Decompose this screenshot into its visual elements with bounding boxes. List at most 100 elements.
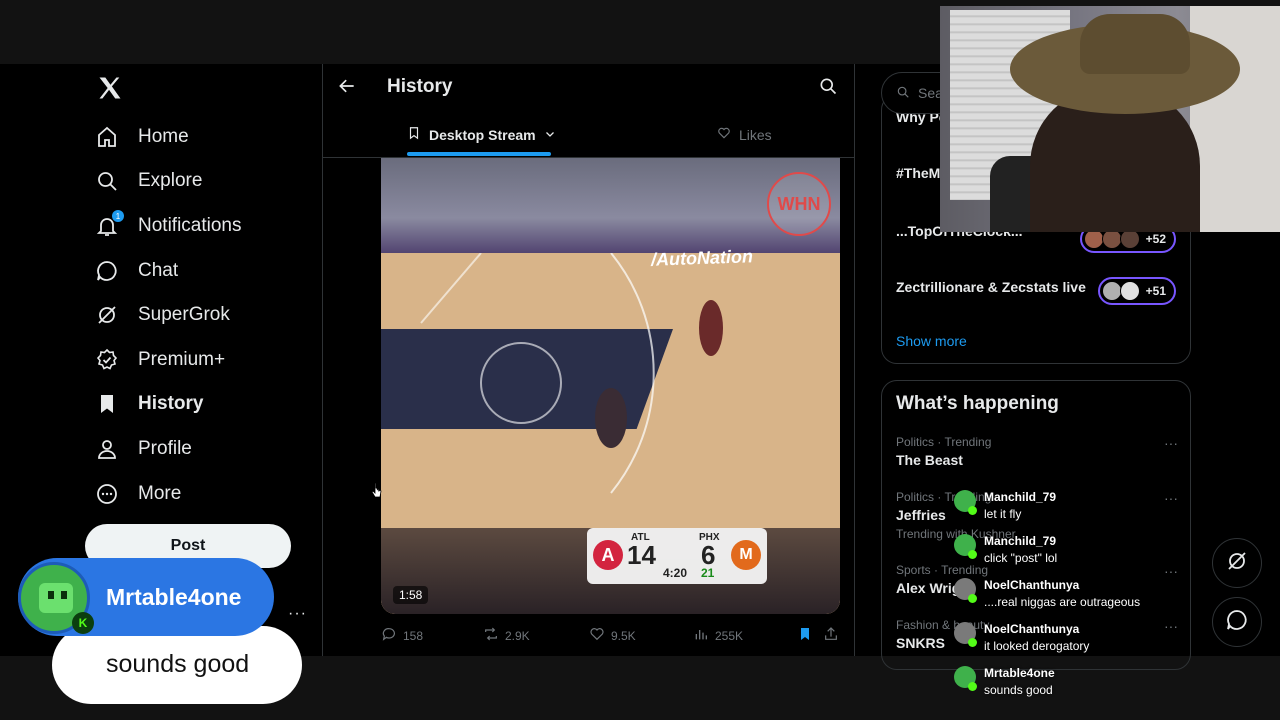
views-count: 255K — [715, 628, 744, 643]
active-tab-indicator — [407, 152, 551, 156]
alert-message-text: sounds good — [106, 650, 250, 678]
nav-history-label: History — [138, 393, 204, 414]
nav-supergrok[interactable]: SuperGrok — [94, 295, 230, 335]
repost-count: 2.9K — [505, 628, 530, 643]
nav-explore[interactable]: Explore — [94, 161, 202, 201]
chat-text: ....real niggas are outrageous — [984, 595, 1141, 609]
chat-message: NoelChanthunya it looked derogatory — [944, 616, 1204, 656]
score-bug: A ATL 14 PHX 6 4:20 21 M — [587, 528, 767, 584]
shot-clock: 21 — [701, 566, 715, 580]
bookmark-icon — [94, 391, 120, 417]
avatar-eye — [61, 591, 67, 599]
nav-chat-label: Chat — [138, 260, 179, 281]
kick-badge-icon — [968, 682, 977, 691]
chat-message: Manchild_79 click "post" lol — [944, 528, 1204, 568]
bookmark-filled-icon — [797, 626, 813, 645]
avatar — [1119, 229, 1140, 249]
home-team-logo: M — [731, 540, 761, 570]
nav-notifications[interactable]: 1 Notifications — [94, 206, 242, 246]
grok-icon — [94, 302, 120, 328]
chat-username: Manchild_79 — [984, 490, 1057, 504]
messages-float-button[interactable] — [1212, 597, 1262, 647]
listener-count: +51 — [1145, 284, 1166, 298]
x-logo-icon[interactable] — [96, 74, 124, 102]
chat-text: it looked derogatory — [984, 639, 1090, 653]
nav-more[interactable]: More — [94, 474, 181, 514]
grok-float-button[interactable] — [1212, 538, 1262, 588]
nav-supergrok-label: SuperGrok — [138, 304, 230, 325]
video-duration: 1:58 — [393, 586, 429, 604]
show-more-link[interactable]: Show more — [896, 333, 967, 349]
account-menu-dots[interactable]: ··· — [288, 605, 307, 623]
bell-icon: 1 — [94, 210, 124, 239]
views-button[interactable]: 255K — [693, 626, 743, 645]
share-button[interactable] — [823, 626, 839, 645]
trend-item[interactable]: Politics · Trending The Beast ··· — [896, 435, 1186, 468]
nav-notifications-label: Notifications — [138, 215, 242, 236]
reply-count: 158 — [403, 628, 424, 643]
bookmark-outline-icon — [407, 126, 421, 143]
nav-profile[interactable]: Profile — [94, 429, 192, 469]
chat-username: NoelChanthunya — [984, 578, 1080, 592]
search-icon[interactable] — [818, 76, 838, 96]
avatar — [1119, 281, 1140, 301]
heart-icon — [717, 126, 731, 143]
nav-explore-label: Explore — [138, 170, 203, 191]
reply-icon — [381, 626, 397, 645]
chat-message: Mrtable4one sounds good — [944, 660, 1204, 700]
channel-watermark: WHN — [767, 172, 831, 236]
bookmark-button[interactable] — [797, 626, 813, 645]
heart-icon — [589, 626, 605, 645]
chat-username: Manchild_79 — [984, 534, 1057, 548]
verified-icon — [94, 347, 120, 373]
like-button[interactable]: 9.5K — [589, 626, 636, 645]
avatar-face — [39, 583, 73, 613]
like-count: 9.5K — [611, 628, 636, 643]
listener-avatars[interactable]: +51 — [1097, 277, 1176, 305]
avatar — [1083, 229, 1104, 249]
tab-likes[interactable]: Likes — [717, 126, 772, 143]
chat-text: click "post" lol — [984, 551, 1058, 565]
home-icon — [94, 124, 120, 150]
chat-text: sounds good — [984, 683, 1053, 697]
nav-profile-label: Profile — [138, 438, 192, 459]
nav-premium[interactable]: Premium+ — [94, 340, 225, 380]
webcam-overlay — [940, 6, 1280, 232]
chat-bubble-icon — [94, 258, 120, 284]
kick-badge-icon — [968, 594, 977, 603]
nav-chat[interactable]: Chat — [94, 251, 178, 291]
chat-message: Manchild_79 let it fly — [944, 484, 1204, 524]
chat-username: Mrtable4one — [984, 666, 1055, 680]
away-team-logo: A — [593, 540, 623, 570]
kick-badge-icon — [968, 638, 977, 647]
nav-home[interactable]: Home — [94, 117, 189, 157]
chat-text: let it fly — [984, 507, 1022, 521]
nav-history[interactable]: History — [94, 384, 203, 424]
main-column: History Desktop Stream Likes /AutoNation… — [322, 64, 855, 656]
person-icon — [94, 436, 120, 462]
game-clock: 4:20 — [663, 566, 688, 580]
stream-chat: Manchild_79 let it fly Manchild_79 click… — [944, 480, 1204, 700]
tab-likes-label: Likes — [739, 126, 772, 143]
chat-bubble-icon — [1225, 608, 1249, 637]
whats-happening-title: What’s happening — [896, 393, 1059, 414]
tab-desktop-stream[interactable]: Desktop Stream — [407, 126, 556, 143]
away-score: 14 — [627, 540, 656, 570]
avatar-eye — [48, 591, 54, 599]
back-arrow-icon[interactable] — [337, 76, 357, 96]
video-player[interactable]: /AutoNation WHN A ATL 14 PHX 6 4:20 21 M… — [381, 158, 840, 614]
search-icon — [94, 168, 120, 194]
nav-home-label: Home — [138, 126, 189, 147]
chat-username: NoelChanthunya — [984, 622, 1080, 636]
avatar — [1101, 229, 1122, 249]
kick-badge-icon — [968, 506, 977, 515]
live-item[interactable]: Zectrillionare & Zecstats live — [896, 279, 1086, 295]
more-dots-icon[interactable]: ··· — [1164, 435, 1178, 451]
page-title: History — [387, 76, 453, 97]
repost-button[interactable]: 2.9K — [483, 626, 530, 645]
avatar — [1101, 281, 1122, 301]
webcam-hat-crown — [1080, 14, 1190, 74]
reply-button[interactable]: 158 — [381, 626, 423, 645]
chat-message: NoelChanthunya ....real niggas are outra… — [944, 572, 1204, 612]
search-icon — [896, 85, 910, 102]
